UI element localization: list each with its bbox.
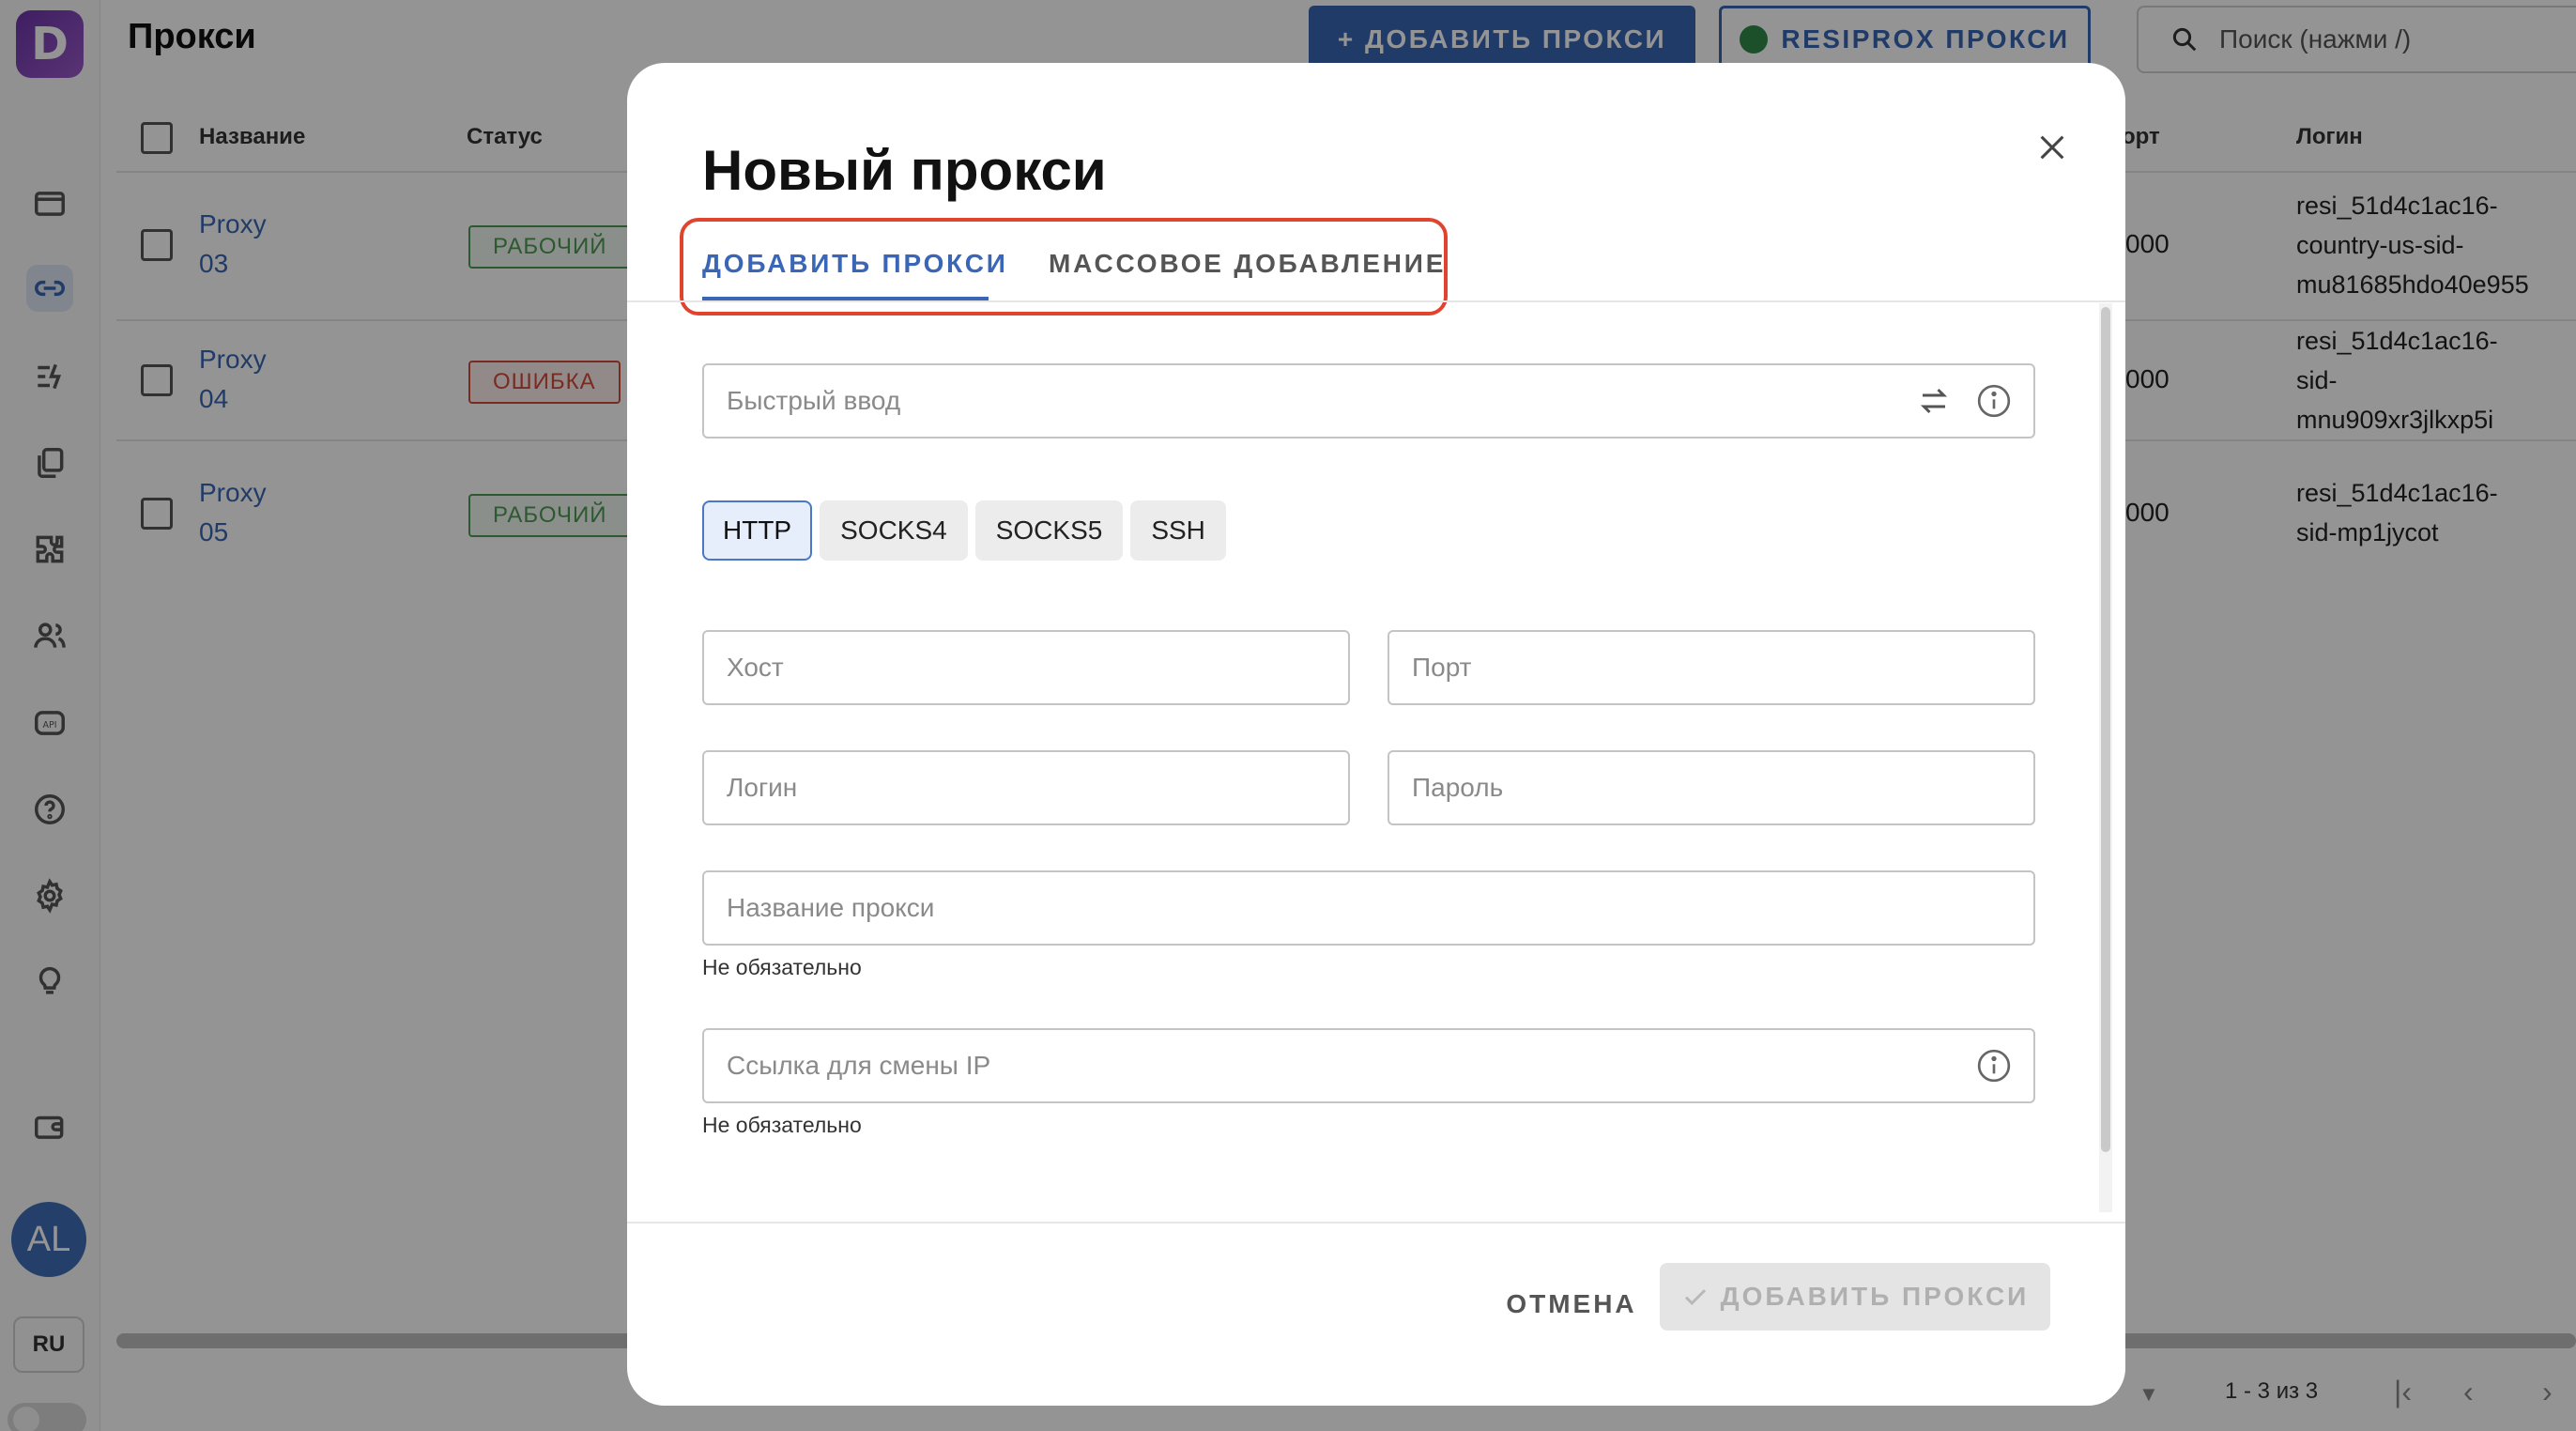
port-field[interactable]: Порт: [1388, 630, 2035, 705]
protocol-selector: HTTP SOCKS4 SOCKS5 SSH: [702, 500, 1226, 570]
info-icon[interactable]: [1975, 1047, 2013, 1085]
protocol-http[interactable]: HTTP: [702, 500, 813, 561]
close-icon: [2040, 135, 2064, 160]
host-field[interactable]: Хост: [702, 630, 1350, 705]
protocol-socks4[interactable]: SOCKS4: [820, 500, 968, 561]
dialog-title: Новый прокси: [702, 139, 1107, 202]
close-dialog-button[interactable]: [2026, 121, 2078, 174]
cancel-button[interactable]: ОТМЕНА: [1472, 1274, 1671, 1334]
login-field[interactable]: Логин: [702, 750, 1350, 825]
info-icon[interactable]: [1975, 382, 2013, 420]
add-proxy-submit-button[interactable]: ДОБАВИТЬ ПРОКСИ: [1660, 1263, 2050, 1331]
proxy-name-helper-text: Не обязательно: [702, 955, 862, 979]
tab-bulk-add[interactable]: МАССОВОЕ ДОБАВЛЕНИЕ: [1049, 249, 1446, 279]
password-field[interactable]: Пароль: [1388, 750, 2035, 825]
proxy-name-field[interactable]: Название прокси: [702, 870, 2035, 946]
change-ip-helper-text: Не обязательно: [702, 1113, 862, 1137]
tab-add-proxy[interactable]: ДОБАВИТЬ ПРОКСИ: [702, 249, 1008, 279]
new-proxy-dialog: Новый прокси ДОБАВИТЬ ПРОКСИ МАССОВОЕ ДО…: [627, 63, 2125, 1406]
protocol-ssh[interactable]: SSH: [1130, 500, 1226, 561]
protocol-socks5[interactable]: SOCKS5: [974, 500, 1124, 561]
dialog-scrollbar[interactable]: [2101, 307, 2110, 1152]
change-ip-link-field[interactable]: Ссылка для смены IP: [702, 1028, 2035, 1103]
quick-input-field[interactable]: Быстрый ввод: [702, 363, 2035, 439]
tabs-divider: [627, 300, 2125, 302]
check-icon: [1684, 1289, 1706, 1305]
footer-divider: [627, 1222, 2125, 1223]
swap-icon[interactable]: [1917, 384, 1951, 418]
